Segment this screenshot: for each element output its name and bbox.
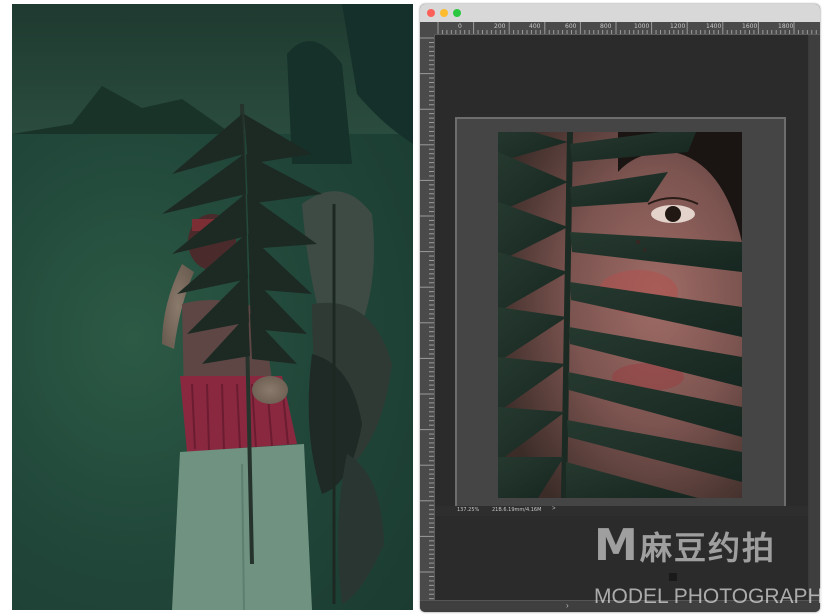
ruler-label: 1200 xyxy=(670,23,686,30)
chevron-right-icon[interactable]: › xyxy=(566,601,569,610)
status-bar: 137.25% 21B.6.19mm/4.16M > xyxy=(435,506,808,516)
ruler-label: 1000 xyxy=(634,23,650,30)
ruler-label: 400 xyxy=(529,23,541,30)
left-photo-illustration xyxy=(12,4,413,610)
close-window-button[interactable] xyxy=(427,9,435,17)
document-info[interactable]: 21B.6.19mm/4.16M xyxy=(492,507,541,513)
canvas-photo xyxy=(498,132,742,498)
watermark-logo: M xyxy=(594,520,638,571)
vertical-ruler[interactable] xyxy=(420,34,435,600)
ruler-label: 600 xyxy=(565,23,577,30)
maximize-window-button[interactable] xyxy=(453,9,461,17)
ruler-label: 1400 xyxy=(706,23,722,30)
vertical-scrollbar[interactable] xyxy=(809,35,820,600)
left-photo xyxy=(12,4,413,610)
ruler-label: 1800 xyxy=(778,23,794,30)
horizontal-ruler-ticks xyxy=(437,22,817,34)
ruler-label: 200 xyxy=(494,23,506,30)
document-canvas[interactable] xyxy=(498,132,742,498)
minimize-window-button[interactable] xyxy=(440,9,448,17)
watermark-chinese-text: 麻豆约拍 xyxy=(640,530,777,566)
watermark-english-text: MODEL PHOTOGRAPH xyxy=(594,585,823,608)
title-bar xyxy=(420,4,820,23)
status-menu-arrow-icon[interactable]: > xyxy=(552,506,556,512)
watermark-seal-icon xyxy=(669,573,677,581)
zoom-level[interactable]: 137.25% xyxy=(457,507,479,513)
horizontal-ruler[interactable]: 0 200 400 600 800 1000 1200 1400 1600 18… xyxy=(434,22,820,35)
vertical-ruler-ticks xyxy=(420,37,434,600)
ruler-label: 0 xyxy=(458,23,462,30)
ruler-label: 800 xyxy=(600,23,612,30)
ruler-label: 1600 xyxy=(742,23,758,30)
